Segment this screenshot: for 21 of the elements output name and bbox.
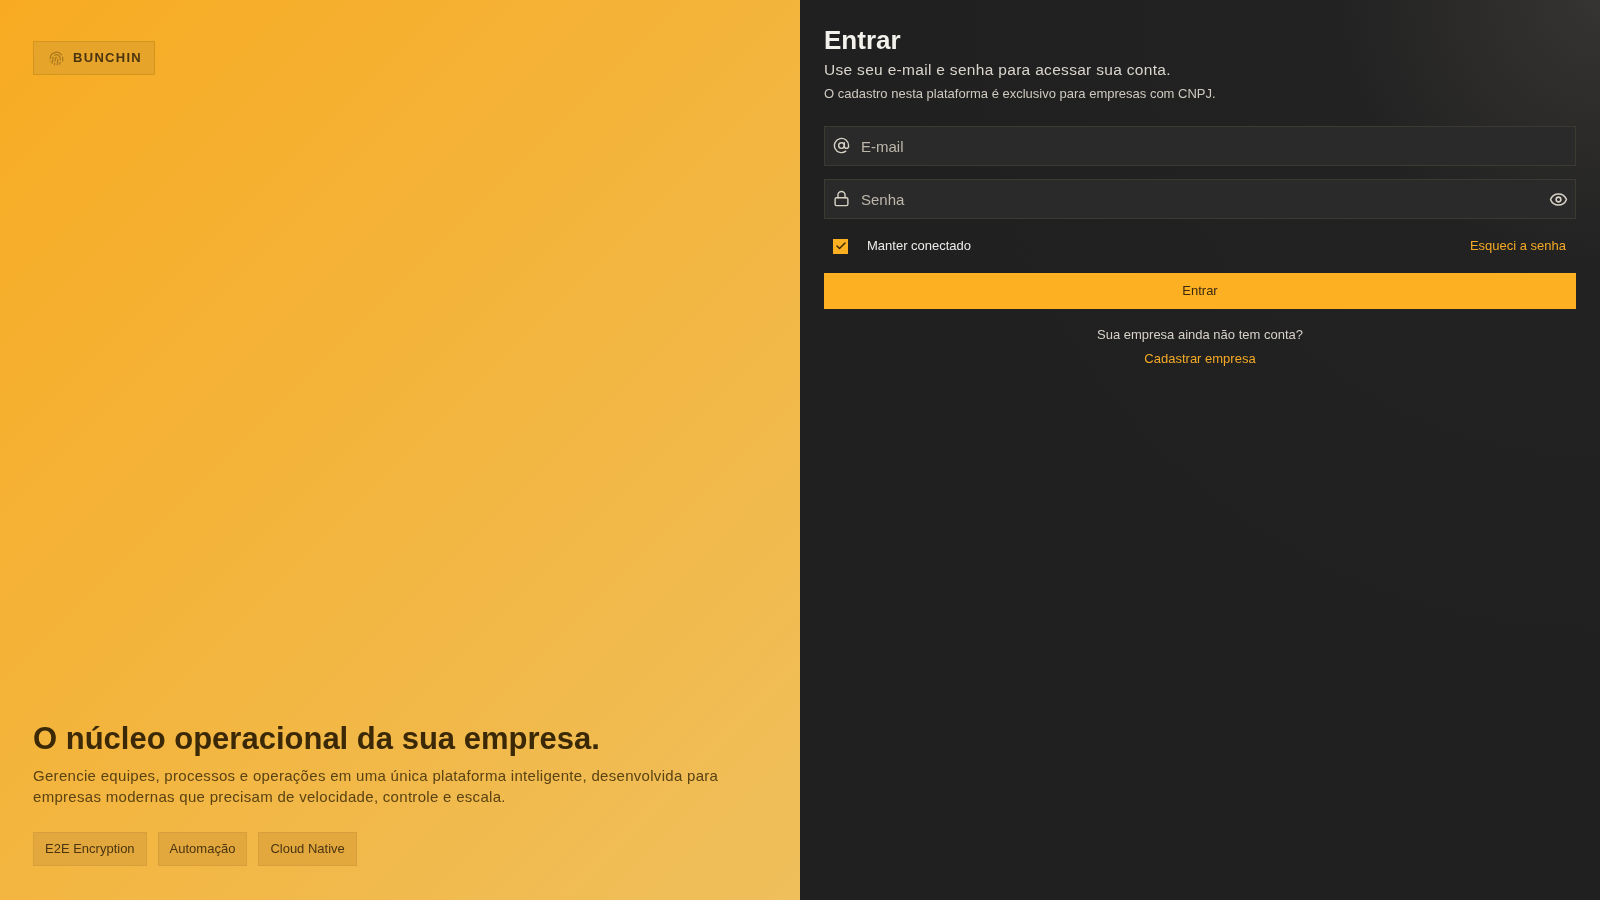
at-sign-icon [833, 137, 850, 154]
signup-prompt: Sua empresa ainda não tem conta? [1096, 326, 1304, 344]
fingerprint-icon [49, 50, 64, 66]
password-field[interactable]: Senha [824, 179, 1576, 219]
login-subtitle: Use seu e-mail e senha para acessar sua conta. [824, 60, 1172, 80]
hero-description: Gerencie equipes, processos e operações em uma única plataforma inteligente, desenvolvida para empresas modernas que precisam de velocidade, controle e escala. [33, 766, 720, 807]
feature-tag: E2E Encryption [33, 832, 147, 866]
forgot-password-link[interactable]: Esqueci a senha [1469, 236, 1566, 256]
lock-icon [833, 190, 850, 207]
register-company-link[interactable]: Cadastrar empresa [1144, 350, 1256, 368]
feature-tag: Automação [157, 832, 248, 866]
brand-name: BUNCHIN [73, 49, 143, 68]
feature-tag: Cloud Native [258, 832, 357, 866]
login-button[interactable]: Entrar [824, 273, 1576, 309]
login-title: Entrar [824, 24, 902, 56]
remember-checkbox[interactable] [833, 238, 848, 254]
remember-label: Manter conectado [867, 237, 972, 256]
check-icon [834, 240, 847, 252]
email-field[interactable]: E-mail [824, 126, 1576, 166]
cnpj-notice: O cadastro nesta plataforma é exclusivo para empresas com CNPJ. [824, 85, 1217, 103]
hero-headline: O núcleo operacional da sua empresa. [33, 720, 601, 758]
